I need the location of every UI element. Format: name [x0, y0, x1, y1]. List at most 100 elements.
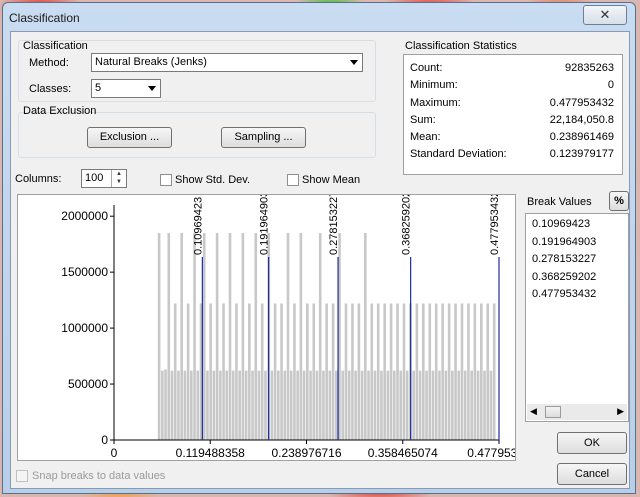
- histogram-bar: [241, 232, 245, 440]
- chevron-left-icon[interactable]: ◀: [530, 406, 537, 417]
- histogram-bar: [451, 370, 454, 440]
- break-value-item[interactable]: 0.368259202: [532, 271, 596, 287]
- histogram-bar: [193, 232, 196, 440]
- percent-button[interactable]: %: [609, 191, 629, 211]
- histogram-bar: [331, 303, 335, 440]
- histogram-bar: [434, 303, 438, 440]
- stats-row-std-dev: Standard Deviation: 0.123979177: [410, 148, 614, 160]
- break-value-item[interactable]: 0.278153227: [532, 253, 596, 269]
- scrollbar-thumb[interactable]: [545, 406, 561, 418]
- histogram-bar: [402, 303, 406, 440]
- break-value-item[interactable]: 0.191964903: [532, 236, 596, 252]
- histogram-bar: [212, 370, 216, 440]
- break-label: 0.191964903: [259, 195, 271, 255]
- histogram-bar: [476, 370, 480, 440]
- close-button[interactable]: ✕: [583, 5, 627, 25]
- histogram-bar: [222, 303, 225, 440]
- histogram-bar: [286, 232, 290, 440]
- title-bar[interactable]: Classification ✕: [3, 3, 635, 31]
- histogram-bar: [202, 232, 206, 440]
- histogram-bar: [354, 370, 357, 440]
- histogram-bar: [306, 303, 309, 440]
- stats-row-sum: Sum: 22,184,050.8: [410, 114, 614, 126]
- histogram-bar: [228, 232, 232, 440]
- y-tick-label: 0: [101, 433, 108, 447]
- histogram-bar: [170, 370, 174, 440]
- break-value-item[interactable]: 0.10969423: [532, 218, 590, 234]
- x-tick-label: 0.358465074: [368, 446, 438, 460]
- histogram-bar: [206, 370, 209, 440]
- data-exclusion-group: [18, 112, 376, 158]
- histogram-bar: [235, 303, 238, 440]
- horizontal-scrollbar[interactable]: ◀ ▶: [527, 404, 627, 420]
- histogram-bar: [183, 370, 187, 440]
- histogram-bar: [376, 303, 380, 440]
- histogram-bar: [335, 370, 338, 440]
- y-tick-label: 500000: [68, 377, 108, 391]
- histogram-bar: [260, 303, 264, 440]
- y-tick-label: 2000000: [61, 209, 108, 223]
- chevron-up-icon[interactable]: ▲: [112, 170, 126, 178]
- histogram-bar: [315, 370, 319, 440]
- histogram-bar: [167, 232, 171, 440]
- snap-breaks-checkbox[interactable]: [16, 470, 28, 482]
- histogram-bar: [415, 303, 419, 440]
- chevron-right-icon[interactable]: ▶: [617, 406, 624, 417]
- show-mean-checkbox[interactable]: [287, 174, 299, 186]
- histogram-bar: [396, 303, 399, 440]
- histogram-bar: [483, 370, 486, 440]
- histogram-bar: [470, 370, 473, 440]
- y-tick-label: 1000000: [61, 321, 108, 335]
- cancel-button[interactable]: Cancel: [557, 463, 627, 485]
- show-std-dev-label: Show Std. Dev.: [175, 174, 250, 186]
- histogram-bar: [225, 370, 229, 440]
- histogram-bar: [357, 303, 361, 440]
- histogram-bar: [177, 370, 180, 440]
- histogram-bar: [389, 303, 393, 440]
- break-label: 0.477953432: [489, 195, 501, 255]
- histogram-bar: [473, 303, 477, 440]
- columns-label: Columns:: [15, 173, 62, 185]
- histogram-bar: [157, 232, 161, 440]
- chevron-down-icon[interactable]: ▼: [112, 178, 126, 186]
- histogram-bar: [457, 370, 461, 440]
- sampling-button[interactable]: Sampling ...: [221, 127, 306, 148]
- break-label: 0.368259202: [401, 195, 413, 255]
- histogram-bar: [399, 370, 403, 440]
- histogram-bar: [309, 370, 312, 440]
- histogram-bar: [370, 303, 374, 440]
- histogram-bar: [444, 370, 448, 440]
- classes-select[interactable]: 5: [91, 79, 161, 98]
- columns-spinner[interactable]: 100 ▲ ▼: [81, 169, 127, 188]
- histogram-chart[interactable]: 0 500000 1000000 1500000 2000000 0 0.119488358…: [17, 194, 516, 461]
- histogram-bar: [293, 303, 296, 440]
- histogram-bar: [386, 370, 390, 440]
- histogram-bar: [492, 303, 496, 440]
- classification-group-title: Classification: [23, 40, 88, 52]
- window-title: Classification: [9, 11, 80, 25]
- histogram-bar: [318, 232, 322, 440]
- histogram-bar: [412, 370, 415, 440]
- dialog-client-area: Classification Method: Natural Breaks (J…: [10, 31, 630, 489]
- exclusion-button[interactable]: Exclusion ...: [87, 127, 172, 148]
- close-icon: ✕: [599, 7, 611, 22]
- break-values-list[interactable]: 0.10969423 0.191964903 0.278153227 0.368…: [525, 213, 629, 422]
- data-exclusion-group-title: Data Exclusion: [23, 105, 97, 117]
- histogram-bar: [248, 303, 251, 440]
- histogram-bar: [173, 303, 177, 440]
- method-label: Method:: [29, 57, 69, 69]
- stats-row-minimum: Minimum: 0: [410, 79, 614, 91]
- show-mean-label: Show Mean: [302, 174, 361, 186]
- chevron-down-icon: [350, 60, 358, 65]
- classes-label: Classes:: [29, 83, 72, 95]
- show-std-dev-checkbox[interactable]: [160, 174, 172, 186]
- method-select[interactable]: Natural Breaks (Jenks): [91, 53, 363, 72]
- histogram-bar: [215, 232, 219, 440]
- break-label: 0.278153227: [328, 195, 340, 255]
- break-value-item[interactable]: 0.477953432: [532, 288, 596, 304]
- histogram-bar: [244, 370, 248, 440]
- histogram-bar: [422, 303, 425, 440]
- histogram-bar: [383, 303, 386, 440]
- histogram-bar: [328, 370, 332, 440]
- ok-button[interactable]: OK: [557, 432, 627, 454]
